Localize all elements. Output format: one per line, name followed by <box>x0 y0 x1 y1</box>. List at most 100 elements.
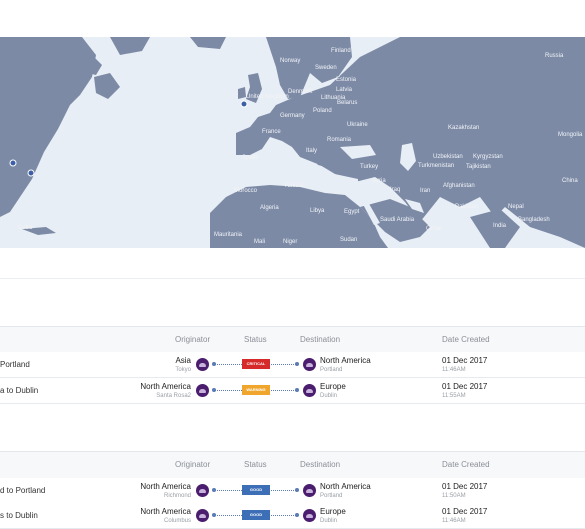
map-label: Afghanistan <box>443 183 475 189</box>
time: 11:46AM <box>442 367 466 373</box>
map-label: Egypt <box>344 209 360 215</box>
table-row[interactable]: s to Dublin North America Columbus GOOD … <box>0 503 585 529</box>
map-label: Tajikistan <box>466 164 491 170</box>
cloud-icon <box>196 484 209 497</box>
date-created: 01 Dec 2017 11:50AM <box>442 482 487 499</box>
header-destination: Destination <box>300 460 341 469</box>
map-label: Romania <box>327 137 352 143</box>
time: 11:55AM <box>442 393 466 399</box>
originator-city: Tokyo <box>175 367 191 373</box>
map-label: Spain <box>242 155 258 161</box>
map-label: Libya <box>310 208 325 214</box>
route-name[interactable]: s to Dublin <box>0 511 38 520</box>
connector-dot <box>295 362 299 366</box>
map-label: Cuba <box>18 225 33 231</box>
table-row[interactable]: Portland Asia Tokyo CRITICAL North Ameri… <box>0 352 585 378</box>
date-created: 01 Dec 2017 11:46AM <box>442 507 487 524</box>
connector-dot <box>295 488 299 492</box>
date-created: 01 Dec 2017 11:46AM <box>442 356 487 373</box>
map-label: France <box>262 129 281 135</box>
header-originator: Originator <box>175 335 211 344</box>
map-label: Latvia <box>336 87 353 93</box>
map-label: Russia <box>545 53 564 59</box>
status-badge: CRITICAL <box>242 359 270 369</box>
date: 01 Dec 2017 <box>442 382 488 391</box>
destination: Europe Dublin <box>320 382 346 399</box>
map-label: Sudan <box>340 237 358 243</box>
destination: North America Portland <box>320 482 371 499</box>
map-label: Iraq <box>390 187 401 193</box>
originator-city: Richmond <box>163 493 191 499</box>
date: 01 Dec 2017 <box>442 507 488 516</box>
map-label: Kyrgyzstan <box>473 154 503 160</box>
table-row[interactable]: a to Dublin North America Santa Rosa2 WA… <box>0 378 585 404</box>
map-label: Syria <box>372 178 386 184</box>
cloud-icon <box>303 484 316 497</box>
cloud-icon <box>196 384 209 397</box>
originator-region: North America <box>140 382 191 391</box>
originator: North America Santa Rosa2 <box>140 382 191 399</box>
map-label: Mongolia <box>558 132 583 138</box>
map-label: China <box>562 178 578 184</box>
connector-dot <box>295 513 299 517</box>
originator: North America Columbus <box>140 507 191 524</box>
table-header: Originator Status Destination Date Creat… <box>0 326 585 354</box>
map-label: Germany <box>280 113 305 119</box>
map-label: Mauritania <box>214 232 243 238</box>
header-status: Status <box>244 460 267 469</box>
map-label: Belarus <box>337 100 358 106</box>
location-marker[interactable] <box>27 169 35 177</box>
map-label: Iran <box>420 188 431 194</box>
originator-region: Asia <box>175 356 191 365</box>
map-label: Turkey <box>360 164 379 170</box>
header-destination: Destination <box>300 335 341 344</box>
destination-city: Dublin <box>320 393 338 399</box>
status-badge: GOOD <box>242 485 270 495</box>
map-label: Kazakhstan <box>448 125 480 131</box>
status-badge: WARNING <box>242 385 270 395</box>
cloud-icon <box>303 384 316 397</box>
destination: Europe Dublin <box>320 507 346 524</box>
date-created: 01 Dec 2017 11:55AM <box>442 382 487 399</box>
destination-city: Portland <box>320 493 343 499</box>
map-label: Finland <box>331 48 351 54</box>
map-label: Italy <box>306 148 318 154</box>
map-label: United Kingdom <box>246 94 289 100</box>
map-label: Sweden <box>315 65 337 71</box>
destination-city: Dublin <box>320 518 338 524</box>
table-header: Originator Status Destination Date Creat… <box>0 451 585 479</box>
map-label: Bangladesh <box>518 217 550 223</box>
location-marker[interactable] <box>9 159 17 167</box>
destination-region: North America <box>320 482 371 491</box>
map-landmass <box>0 37 585 248</box>
map-label: Denmark <box>288 89 313 95</box>
map-label: Algeria <box>260 205 279 211</box>
route-name[interactable]: a to Dublin <box>0 386 38 395</box>
cloud-icon <box>303 509 316 522</box>
world-map[interactable]: Finland Norway Sweden Russia Estonia Lat… <box>0 37 585 248</box>
cloud-icon <box>196 358 209 371</box>
time: 11:50AM <box>442 493 466 499</box>
header-date-created: Date Created <box>442 460 490 469</box>
divider <box>0 278 585 279</box>
date: 01 Dec 2017 <box>442 356 488 365</box>
map-label: Ukraine <box>347 122 368 128</box>
destination-region: Europe <box>320 382 346 391</box>
location-marker[interactable] <box>240 100 248 108</box>
table-row[interactable]: d to Portland North America Richmond GOO… <box>0 478 585 504</box>
connector-dot <box>295 388 299 392</box>
destination-region: Europe <box>320 507 346 516</box>
route-name[interactable]: d to Portland <box>0 486 45 495</box>
cloud-icon <box>196 509 209 522</box>
destination-city: Portland <box>320 367 343 373</box>
route-name[interactable]: Portland <box>0 360 30 369</box>
map-label: Norway <box>280 58 301 64</box>
map-label: Saudi Arabia <box>380 217 415 223</box>
map-label: Tunisia <box>284 183 304 189</box>
map-label: Uzbekistan <box>433 154 463 160</box>
status-badge: GOOD <box>242 510 270 520</box>
map-label: Pakistan <box>455 204 479 210</box>
cloud-icon <box>303 358 316 371</box>
map-label: Estonia <box>336 77 357 83</box>
header-originator: Originator <box>175 460 211 469</box>
